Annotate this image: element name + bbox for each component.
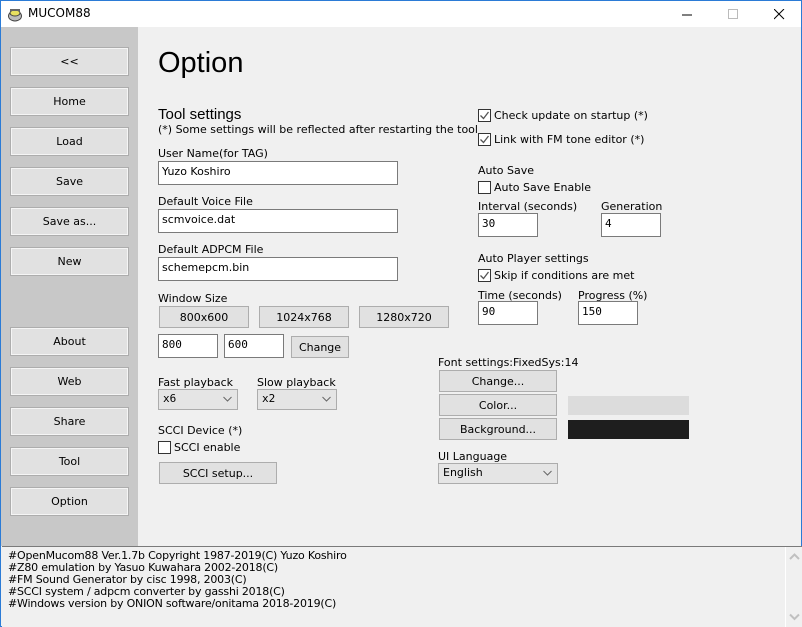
sidebar: << Home Load Save Save as... New About W… [1, 27, 138, 546]
app-icon [8, 9, 22, 22]
app-window: MUCOM88 << Home Load Save Save as... New… [0, 0, 802, 627]
progress-input[interactable]: 150 [578, 301, 638, 325]
minimize-icon [681, 14, 692, 15]
maximize-icon [727, 8, 738, 19]
sidebar-item-share[interactable]: Share [10, 407, 129, 436]
sidebar-item-load[interactable]: Load [10, 127, 129, 156]
scroll-down-icon[interactable] [786, 611, 802, 623]
window-height-input[interactable]: 600 [224, 334, 284, 358]
chevron-down-icon [223, 396, 232, 402]
maximize-button[interactable] [710, 1, 756, 27]
log-scrollbar[interactable] [785, 547, 802, 627]
sidebar-item-option[interactable]: Option [10, 487, 129, 516]
scci-enable-checkbox[interactable]: SCCI enable [158, 441, 240, 454]
generation-label: Generation [601, 200, 663, 213]
preset-1024x768-button[interactable]: 1024x768 [259, 306, 349, 328]
scroll-up-icon[interactable] [786, 551, 802, 563]
sidebar-item-save-as[interactable]: Save as... [10, 207, 129, 236]
close-icon [773, 8, 784, 19]
voice-file-label: Default Voice File [158, 195, 253, 208]
checkbox-checked-icon [478, 109, 491, 122]
window-width-input[interactable]: 800 [158, 334, 218, 358]
slow-playback-value: x2 [262, 392, 276, 405]
title-bar: MUCOM88 [1, 1, 801, 27]
adpcm-file-input[interactable]: schemepcm.bin [158, 257, 398, 281]
skip-conditions-checkbox[interactable]: Skip if conditions are met [478, 269, 634, 282]
auto-save-enable-label: Auto Save Enable [494, 181, 592, 194]
minimize-button[interactable] [664, 1, 710, 27]
sidebar-item-save[interactable]: Save [10, 167, 129, 196]
preset-800x600-button[interactable]: 800x600 [159, 306, 249, 328]
chevron-down-icon [543, 470, 552, 476]
check-update-checkbox[interactable]: Check update on startup (*) [478, 109, 648, 122]
background-color-swatch [568, 420, 689, 439]
font-settings-label: Font settings:FixedSys:14 [438, 356, 579, 369]
checkbox-checked-icon [478, 133, 491, 146]
chevron-down-icon [322, 396, 331, 402]
voice-file-input[interactable]: scmvoice.dat [158, 209, 398, 233]
sidebar-item-new[interactable]: New [10, 247, 129, 276]
sidebar-item-about[interactable]: About [10, 327, 129, 356]
tool-settings-heading: Tool settings [158, 106, 242, 123]
scci-enable-label: SCCI enable [174, 441, 241, 454]
window-title: MUCOM88 [28, 6, 91, 20]
sidebar-item-web[interactable]: Web [10, 367, 129, 396]
background-button[interactable]: Background... [439, 418, 557, 440]
user-name-input[interactable]: Yuzo Koshiro [158, 161, 398, 185]
adpcm-file-label: Default ADPCM File [158, 243, 264, 256]
log-output[interactable]: #OpenMucom88 Ver.1.7b Copyright 1987-201… [2, 546, 802, 627]
ui-language-select[interactable]: English [438, 463, 558, 484]
slow-playback-label: Slow playback [257, 376, 336, 389]
ui-language-value: English [443, 466, 483, 479]
slow-playback-select[interactable]: x2 [257, 389, 337, 410]
scci-device-label: SCCI Device (*) [158, 424, 243, 437]
change-size-button[interactable]: Change [291, 336, 349, 358]
page-title: Option [158, 47, 244, 79]
user-name-label: User Name(for TAG) [158, 147, 268, 160]
log-lines: #OpenMucom88 Ver.1.7b Copyright 1987-201… [8, 550, 347, 610]
skip-conditions-label: Skip if conditions are met [494, 269, 635, 282]
sidebar-item-home[interactable]: Home [10, 87, 129, 116]
sidebar-item-tool[interactable]: Tool [10, 447, 129, 476]
checkbox-unchecked-icon [158, 441, 171, 454]
preset-1280x720-button[interactable]: 1280x720 [359, 306, 449, 328]
time-input[interactable]: 90 [478, 301, 538, 325]
link-fm-label: Link with FM tone editor (*) [494, 133, 645, 146]
generation-input[interactable]: 4 [601, 213, 661, 237]
fast-playback-select[interactable]: x6 [158, 389, 238, 410]
log-line: #Windows version by ONION software/onita… [8, 597, 337, 610]
checkbox-unchecked-icon [478, 181, 491, 194]
ui-language-label: UI Language [438, 450, 508, 463]
font-color-button[interactable]: Color... [439, 394, 557, 416]
close-button[interactable] [756, 1, 802, 27]
interval-label: Interval (seconds) [478, 200, 578, 213]
window-size-label: Window Size [158, 292, 228, 305]
font-change-button[interactable]: Change... [439, 370, 557, 392]
link-fm-checkbox[interactable]: Link with FM tone editor (*) [478, 133, 644, 146]
collapse-button[interactable]: << [10, 47, 129, 76]
fast-playback-label: Fast playback [158, 376, 234, 389]
auto-player-label: Auto Player settings [478, 252, 589, 265]
auto-save-label: Auto Save [478, 164, 535, 177]
restart-note: (*) Some settings will be reflected afte… [158, 123, 478, 136]
interval-input[interactable]: 30 [478, 213, 538, 237]
checkbox-checked-icon [478, 269, 491, 282]
fast-playback-value: x6 [163, 392, 177, 405]
auto-save-enable-checkbox[interactable]: Auto Save Enable [478, 181, 591, 194]
font-color-swatch [568, 396, 689, 415]
option-panel: Option Tool settings (*) Some settings w… [138, 27, 801, 546]
scci-setup-button[interactable]: SCCI setup... [159, 462, 277, 484]
check-update-label: Check update on startup (*) [494, 109, 648, 122]
